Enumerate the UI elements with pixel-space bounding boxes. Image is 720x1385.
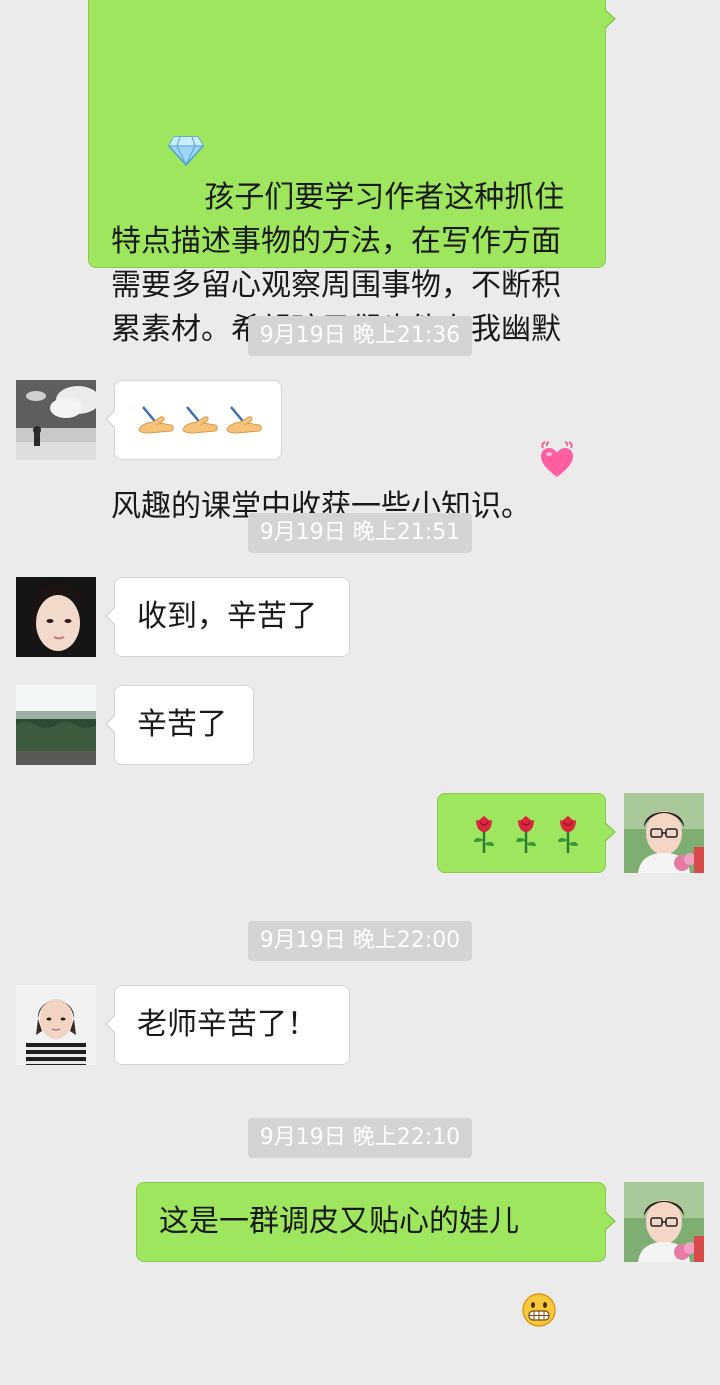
heart-icon: [167, 529, 207, 654]
timestamp: 9月19日 晚上22:00: [248, 921, 472, 961]
message-bubble-outgoing[interactable]: [437, 793, 616, 873]
chat-message-list[interactable]: 孩子们要学习作者这种抓住特点描述事物的方法，在写作方面需要多留心观察周围事物，不…: [0, 0, 720, 1327]
grinning-face-icon: [521, 1204, 557, 1327]
message-text: 老师辛苦了！: [137, 1007, 317, 1042]
rose-icon: [466, 814, 502, 854]
writing-hand-icon: [181, 399, 219, 439]
heart-icon: [537, 352, 577, 477]
avatar[interactable]: [16, 380, 96, 460]
rose-icon: [508, 814, 544, 854]
rose-icon: [550, 814, 586, 854]
message-text: 收到，辛苦了: [137, 599, 317, 634]
avatar-self[interactable]: [624, 1182, 704, 1262]
timestamp: 9月19日 晚上22:10: [248, 1118, 472, 1158]
avatar[interactable]: [16, 685, 96, 765]
message-bubble-incoming[interactable]: 收到，辛苦了: [105, 577, 350, 657]
timestamp: 9月19日 晚上21:36: [248, 316, 472, 356]
diamond-icon: [168, 45, 205, 167]
timestamp: 9月19日 晚上21:51: [248, 513, 472, 553]
message-bubble-incoming[interactable]: [105, 380, 282, 460]
writing-hand-icon: [225, 399, 263, 439]
writing-hand-icon: [137, 399, 175, 439]
heart-icon: [119, 529, 159, 654]
avatar-self[interactable]: [624, 793, 704, 873]
message-bubble-outgoing[interactable]: 孩子们要学习作者这种抓住特点描述事物的方法，在写作方面需要多留心观察周围事物，不…: [88, 0, 616, 654]
message-bubble-incoming[interactable]: 老师辛苦了！: [105, 985, 350, 1065]
message-text: 这是一群调皮又贴心的娃儿: [159, 1204, 519, 1239]
avatar[interactable]: [16, 985, 96, 1065]
message-text: 辛苦了: [137, 707, 227, 742]
message-bubble-outgoing[interactable]: 这是一群调皮又贴心的娃儿: [136, 1182, 616, 1327]
avatar[interactable]: [16, 577, 96, 657]
message-bubble-incoming[interactable]: 辛苦了: [105, 685, 254, 765]
